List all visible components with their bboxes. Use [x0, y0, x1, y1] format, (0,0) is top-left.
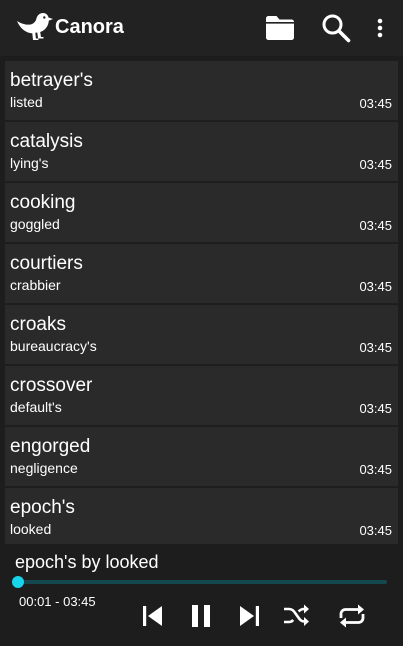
player-panel: epoch's by looked 00:01 - 03:45 — [0, 544, 403, 646]
song-duration: 03:45 — [359, 340, 392, 355]
song-duration: 03:45 — [359, 96, 392, 111]
song-title: crossover — [10, 375, 93, 396]
song-row[interactable]: croaks bureaucracy's 03:45 — [5, 305, 398, 365]
search-icon[interactable] — [321, 13, 351, 43]
song-row[interactable]: betrayer's listed 03:45 — [5, 61, 398, 121]
song-row[interactable]: engorged negligence 03:45 — [5, 427, 398, 487]
song-row[interactable]: crossover default's 03:45 — [5, 366, 398, 426]
song-title: courtiers — [10, 253, 83, 274]
song-title: croaks — [10, 314, 66, 335]
song-artist: listed — [10, 94, 43, 110]
shuffle-icon[interactable] — [282, 602, 310, 630]
now-playing-text: epoch's by looked — [15, 552, 159, 572]
song-duration: 03:45 — [359, 157, 392, 172]
song-title: cooking — [10, 192, 76, 213]
song-title: betrayer's — [10, 70, 93, 91]
song-artist: default's — [10, 399, 62, 415]
skip-previous-icon[interactable] — [139, 602, 167, 630]
song-title: epoch's — [10, 497, 75, 518]
pause-icon[interactable] — [187, 602, 215, 630]
bird-logo-icon — [17, 13, 53, 40]
skip-next-icon[interactable] — [235, 602, 263, 630]
time-text: 00:01 - 03:45 — [19, 594, 96, 609]
song-title: engorged — [10, 436, 91, 457]
song-row[interactable]: epoch's looked 03:45 — [5, 488, 398, 544]
song-artist: goggled — [10, 216, 60, 232]
seek-bar[interactable] — [12, 576, 387, 588]
song-row[interactable]: courtiers crabbier 03:45 — [5, 244, 398, 304]
folder-icon[interactable] — [265, 14, 295, 42]
seek-bar-thumb[interactable] — [12, 576, 25, 588]
song-row[interactable]: catalysis lying's 03:45 — [5, 122, 398, 182]
song-duration: 03:45 — [359, 523, 392, 538]
song-artist: lying's — [10, 155, 49, 171]
song-duration: 03:45 — [359, 218, 392, 233]
song-artist: looked — [10, 521, 52, 537]
repeat-icon[interactable] — [336, 602, 368, 630]
song-artist: bureaucracy's — [10, 338, 97, 354]
song-duration: 03:45 — [359, 279, 392, 294]
song-duration: 03:45 — [359, 462, 392, 477]
song-list[interactable]: betrayer's listed 03:45 catalysis lying'… — [5, 61, 398, 544]
song-row[interactable]: cooking goggled 03:45 — [5, 183, 398, 243]
song-duration: 03:45 — [359, 401, 392, 416]
app-bar: Canora — [0, 0, 403, 56]
song-title: catalysis — [10, 131, 83, 152]
song-artist: negligence — [10, 460, 78, 476]
more-vert-icon[interactable] — [372, 14, 388, 42]
app-title: Canora — [55, 16, 124, 38]
song-artist: crabbier — [10, 277, 61, 293]
